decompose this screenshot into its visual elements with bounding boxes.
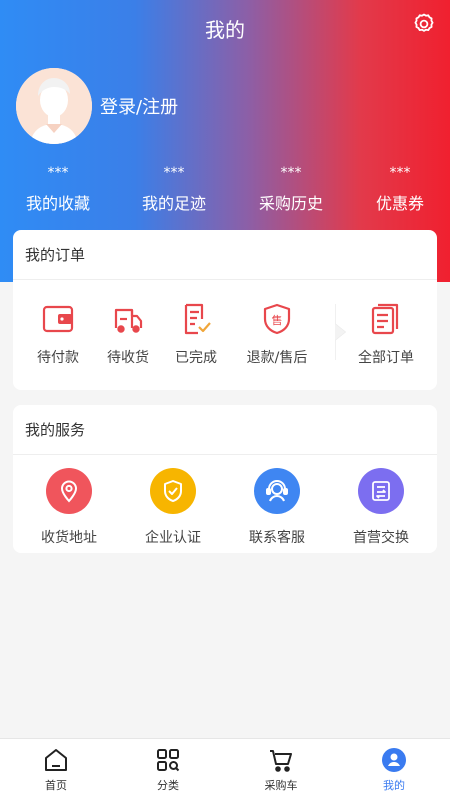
location-pin-icon: [46, 468, 92, 514]
category-icon: [155, 747, 181, 773]
stat-footprints[interactable]: *** 我的足迹: [118, 166, 230, 214]
verified-shield-icon: [150, 468, 196, 514]
my-services-card: 我的服务 收货地址 企业认证 联系客服 首营交换: [13, 405, 437, 553]
my-orders-card: 我的订单 待付款 待收货 已完成 售 退款/售后 全部订单: [13, 230, 437, 390]
service-label: 联系客服: [249, 530, 305, 546]
page-title: 我的: [205, 18, 245, 42]
cart-icon: [268, 747, 294, 773]
services-title: 我的服务: [13, 405, 437, 455]
profile-section[interactable]: 登录/注册: [16, 68, 178, 144]
stat-label: 优惠券: [375, 194, 424, 213]
home-icon: [43, 747, 69, 773]
stat-coupons[interactable]: *** 优惠券: [344, 166, 450, 214]
order-refund-after-sale[interactable]: 售 退款/售后: [237, 302, 317, 367]
tab-label: 首页: [45, 779, 67, 792]
login-register-link[interactable]: 登录/注册: [100, 93, 178, 119]
stat-value: ***: [163, 165, 185, 181]
tab-category[interactable]: 分类: [112, 747, 224, 793]
stat-label: 我的足迹: [141, 194, 206, 213]
stat-label: 我的收藏: [25, 194, 90, 213]
avatar[interactable]: [16, 68, 92, 144]
profile-icon: [381, 747, 407, 773]
stat-label: 采购历史: [258, 194, 323, 213]
order-all[interactable]: 全部订单: [346, 302, 426, 367]
after-sale-shield-icon: 售: [260, 302, 294, 336]
completed-doc-icon: [179, 302, 213, 336]
stats-row: *** 我的收藏 *** 我的足迹 *** 采购历史 *** 优惠券: [0, 166, 450, 216]
order-label: 已完成: [175, 350, 217, 366]
title-bar: 我的: [0, 0, 450, 56]
tab-label: 采购车: [264, 779, 298, 792]
customer-service-icon: [254, 468, 300, 514]
order-completed[interactable]: 已完成: [156, 302, 236, 367]
svg-text:售: 售: [272, 313, 283, 327]
order-pending-payment[interactable]: 待付款: [18, 302, 98, 367]
order-list-icon: [369, 302, 403, 336]
tab-profile[interactable]: 我的: [338, 747, 450, 793]
tab-label: 我的: [383, 779, 405, 792]
service-label: 企业认证: [145, 530, 201, 546]
wallet-icon: [41, 302, 75, 336]
stat-value: ***: [280, 165, 302, 181]
exchange-doc-icon: [358, 468, 404, 514]
order-label: 退款/售后: [246, 350, 308, 366]
order-label: 全部订单: [358, 350, 414, 366]
stat-favorites[interactable]: *** 我的收藏: [2, 166, 114, 214]
service-label: 收货地址: [41, 530, 97, 546]
tab-home[interactable]: 首页: [0, 747, 112, 793]
stat-purchase-history[interactable]: *** 采购历史: [235, 166, 347, 214]
tab-cart[interactable]: 采购车: [225, 747, 337, 793]
settings-icon[interactable]: [412, 12, 436, 36]
order-label: 待付款: [37, 350, 79, 366]
service-shipping-address[interactable]: 收货地址: [19, 468, 119, 547]
bottom-tab-bar: 首页 分类 采购车 我的: [0, 738, 450, 800]
service-first-operation-exchange[interactable]: 首营交换: [331, 468, 431, 547]
stat-value: ***: [47, 165, 69, 181]
service-enterprise-certification[interactable]: 企业认证: [123, 468, 223, 547]
truck-icon: [111, 302, 145, 336]
service-label: 首营交换: [353, 530, 409, 546]
service-contact-support[interactable]: 联系客服: [227, 468, 327, 547]
orders-title: 我的订单: [13, 230, 437, 280]
tab-label: 分类: [157, 779, 179, 792]
stat-value: ***: [389, 165, 411, 181]
